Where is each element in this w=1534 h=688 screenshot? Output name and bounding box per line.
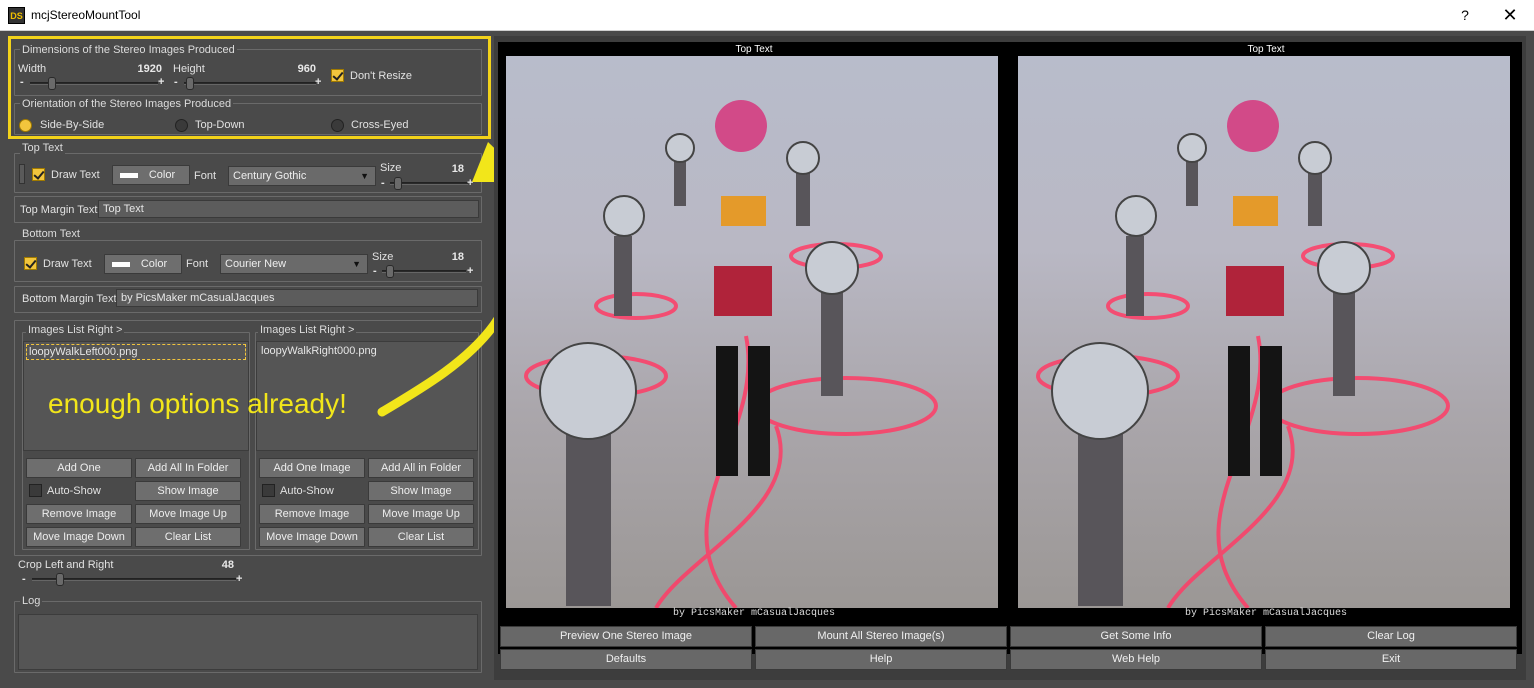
width-slider-thumb[interactable] xyxy=(48,77,56,90)
top-text-grip xyxy=(19,164,25,184)
list-item[interactable]: loopyWalkLeft000.png xyxy=(26,344,246,360)
title-bar: DS mcjStereoMountTool ? ✕ xyxy=(0,0,1534,31)
preview-bottom-text-left: by PicsMaker mCasualJacques xyxy=(672,608,836,619)
width-minus[interactable]: - xyxy=(20,76,24,88)
top-font-value: Century Gothic xyxy=(233,170,307,182)
radio-side-by-side[interactable] xyxy=(19,119,32,132)
top-font-label: Font xyxy=(194,170,217,182)
color-swatch xyxy=(112,262,130,267)
height-plus[interactable]: + xyxy=(315,76,321,88)
right-auto-show-checkbox[interactable] xyxy=(262,484,275,497)
dont-resize-checkbox[interactable] xyxy=(331,69,344,82)
scene-icon xyxy=(1036,100,1450,608)
crop-plus[interactable]: + xyxy=(236,573,242,585)
color-swatch xyxy=(120,173,138,178)
log-text-area[interactable] xyxy=(18,614,478,670)
left-clear-list-button[interactable]: Clear List xyxy=(135,527,241,547)
bottom-color-button[interactable]: Color xyxy=(104,254,182,274)
preview-bottom-text-right: by PicsMaker mCasualJacques xyxy=(1184,608,1348,619)
right-remove-image-button[interactable]: Remove Image xyxy=(259,504,365,524)
bottom-margin-label: Bottom Margin Text xyxy=(22,293,117,305)
top-color-button-label: Color xyxy=(148,169,176,181)
radio-top-down-label: Top-Down xyxy=(195,119,245,131)
height-slider-thumb[interactable] xyxy=(186,77,194,90)
dimensions-group-label: Dimensions of the Stereo Images Produced xyxy=(20,44,237,56)
app-icon: DS xyxy=(8,7,25,24)
left-list-label: Images List Right > xyxy=(26,324,125,336)
help-icon[interactable]: ? xyxy=(1442,0,1488,31)
annotation-text: enough options already! xyxy=(48,388,347,419)
exit-button[interactable]: Exit xyxy=(1265,649,1517,670)
left-add-one-button[interactable]: Add One xyxy=(26,458,132,478)
left-show-image-button[interactable]: Show Image xyxy=(135,481,241,501)
bottom-text-group-label: Bottom Text xyxy=(20,228,82,240)
left-move-down-button[interactable]: Move Image Down xyxy=(26,527,132,547)
left-move-up-button[interactable]: Move Image Up xyxy=(135,504,241,524)
preview-top-text-right: Top Text xyxy=(1247,44,1285,55)
log-group-label: Log xyxy=(20,595,43,607)
height-value: 960 xyxy=(297,63,316,75)
close-icon[interactable]: ✕ xyxy=(1487,0,1533,31)
preview-panel: Top Text Top Text by PicsMaker mCasualJa… xyxy=(494,36,1526,680)
left-eye-image xyxy=(506,56,998,608)
get-info-button[interactable]: Get Some Info xyxy=(1010,626,1262,647)
height-label: Height xyxy=(173,63,205,75)
web-help-button[interactable]: Web Help xyxy=(1010,649,1262,670)
right-add-all-button[interactable]: Add All in Folder xyxy=(368,458,474,478)
right-add-one-button[interactable]: Add One Image xyxy=(259,458,365,478)
left-add-all-button[interactable]: Add All In Folder xyxy=(135,458,241,478)
height-slider-track[interactable] xyxy=(184,82,316,85)
help-button[interactable]: Help xyxy=(755,649,1007,670)
top-draw-text-label: Draw Text xyxy=(51,169,100,181)
left-auto-show-label: Auto-Show xyxy=(47,485,101,497)
right-show-image-button[interactable]: Show Image xyxy=(368,481,474,501)
bottom-font-label: Font xyxy=(186,258,209,270)
right-auto-show-label: Auto-Show xyxy=(280,485,334,497)
top-text-group-label: Top Text xyxy=(20,142,65,154)
preview-top-text-left: Top Text xyxy=(735,44,773,55)
crop-label: Crop Left and Right xyxy=(18,559,114,571)
right-clear-list-button[interactable]: Clear List xyxy=(368,527,474,547)
bottom-color-button-label: Color xyxy=(140,258,168,270)
top-draw-text-checkbox[interactable] xyxy=(32,168,45,181)
width-plus[interactable]: + xyxy=(158,76,164,88)
bottom-draw-text-label: Draw Text xyxy=(43,258,92,270)
defaults-button[interactable]: Defaults xyxy=(500,649,752,670)
preview-one-button[interactable]: Preview One Stereo Image xyxy=(500,626,752,647)
crop-value: 48 xyxy=(221,559,234,571)
right-move-up-button[interactable]: Move Image Up xyxy=(368,504,474,524)
dont-resize-label: Don't Resize xyxy=(350,70,413,82)
stereo-preview: Top Text Top Text by PicsMaker mCasualJa… xyxy=(498,42,1522,654)
top-color-button[interactable]: Color xyxy=(112,165,190,185)
bottom-font-value: Courier New xyxy=(225,258,287,270)
width-value: 1920 xyxy=(137,63,162,75)
crop-minus[interactable]: - xyxy=(22,573,26,585)
scene-icon xyxy=(524,100,938,608)
left-remove-image-button[interactable]: Remove Image xyxy=(26,504,132,524)
right-move-down-button[interactable]: Move Image Down xyxy=(259,527,365,547)
top-margin-label: Top Margin Text xyxy=(20,204,98,216)
right-eye-image xyxy=(1018,56,1510,608)
orientation-group-label: Orientation of the Stereo Images Produce… xyxy=(20,98,234,110)
width-label: Width xyxy=(18,63,47,75)
clear-log-button[interactable]: Clear Log xyxy=(1265,626,1517,647)
bottom-draw-text-checkbox[interactable] xyxy=(24,257,37,270)
height-minus[interactable]: - xyxy=(174,76,178,88)
mount-all-button[interactable]: Mount All Stereo Image(s) xyxy=(755,626,1007,647)
crop-slider-thumb[interactable] xyxy=(56,573,64,586)
radio-top-down[interactable] xyxy=(175,119,188,132)
radio-side-by-side-label: Side-By-Side xyxy=(40,119,105,131)
left-auto-show-checkbox[interactable] xyxy=(29,484,42,497)
window-title: mcjStereoMountTool xyxy=(31,8,141,22)
